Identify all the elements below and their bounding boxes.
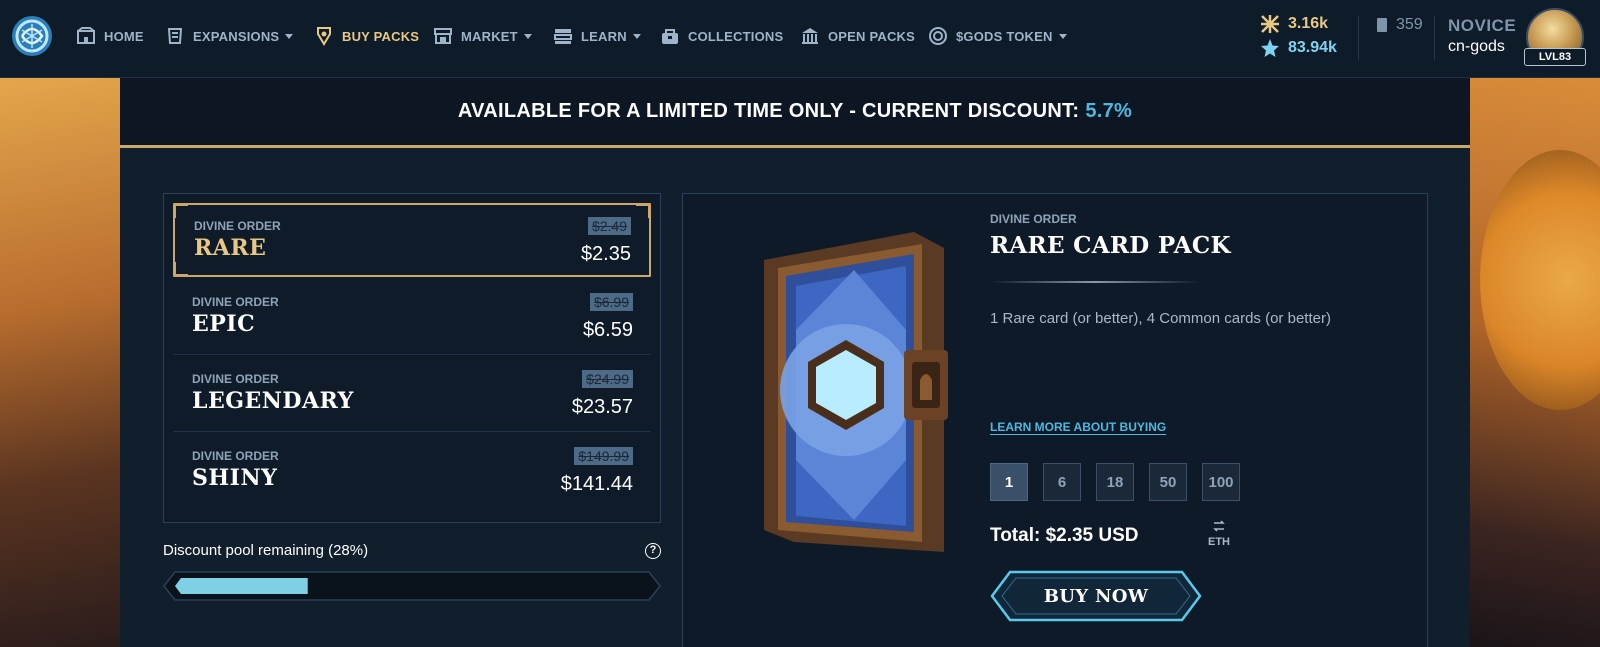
help-icon[interactable]: ?: [645, 543, 661, 559]
collections-icon: [662, 29, 678, 44]
star-value: 83.94k: [1288, 39, 1337, 56]
pack-price: $2.35: [580, 243, 631, 265]
nav-open-packs-label: OPEN PACKS: [828, 28, 915, 44]
nav-market[interactable]: MARKET: [433, 24, 532, 48]
chevron-down-icon: [632, 33, 641, 39]
home-icon: [77, 27, 95, 44]
card-count-value: 359: [1396, 16, 1423, 33]
learn-more-link[interactable]: LEARN MORE ABOUT BUYING: [990, 420, 1166, 434]
market-icon: [434, 28, 452, 44]
nav-home-label: HOME: [104, 28, 144, 44]
currency-toggle[interactable]: ETH: [1204, 519, 1234, 548]
learn-icon: [554, 29, 572, 44]
quantity-option-100[interactable]: 100: [1202, 463, 1240, 501]
discount-pool-bar: [163, 571, 661, 601]
pack-old-price: $2.49: [587, 217, 631, 235]
nav-expansions-label: EXPANSIONS: [193, 28, 280, 44]
pack-option-shiny[interactable]: DIVINE ORDER SHINY $149.99 $141.44: [173, 435, 651, 509]
flux-value: 3.16k: [1288, 15, 1329, 32]
nav-collections[interactable]: COLLECTIONS: [660, 24, 783, 48]
nav-learn[interactable]: LEARN: [553, 24, 641, 48]
star-icon: [1261, 39, 1279, 57]
quantity-option-18[interactable]: 18: [1096, 463, 1134, 501]
pack-price: $6.59: [582, 319, 633, 341]
pack-old-price: $149.99: [574, 447, 633, 465]
pack-option-legendary[interactable]: DIVINE ORDER LEGENDARY $24.99 $23.57: [173, 358, 651, 432]
frame-corner: [174, 204, 188, 218]
discount-pool-label: Discount pool remaining (28%): [163, 542, 369, 559]
flux-icon: [1261, 15, 1279, 33]
nav-learn-label: LEARN: [581, 28, 627, 44]
pack-option-rare[interactable]: DIVINE ORDER RARE $2.49 $2.35: [173, 203, 651, 277]
expansions-icon: [167, 28, 183, 44]
buy-packs-icon: [317, 27, 331, 46]
nav-buy-packs-label: BUY PACKS: [342, 28, 420, 44]
frame-corner: [174, 262, 188, 276]
nav-gods-token[interactable]: $GODS TOKEN: [928, 24, 1067, 48]
card-count: 359: [1376, 16, 1423, 34]
nav-gods-token-label: $GODS TOKEN: [956, 28, 1053, 44]
banner-text: AVAILABLE FOR A LIMITED TIME ONLY - CURR…: [457, 100, 1080, 122]
pack-name: EPIC: [192, 311, 256, 337]
pack-category: DIVINE ORDER: [192, 295, 279, 309]
nav-expansions[interactable]: EXPANSIONS: [165, 24, 294, 48]
chevron-down-icon: [523, 33, 532, 39]
pack-list: DIVINE ORDER RARE $2.49 $2.35 DIVINE ORD…: [163, 193, 661, 523]
open-packs-icon: [802, 28, 818, 44]
discount-pool-fill: [175, 578, 308, 594]
buy-now-label: BUY NOW: [1043, 585, 1149, 607]
nav-open-packs[interactable]: OPEN PACKS: [800, 24, 915, 48]
divider: [1358, 16, 1359, 60]
chevron-down-icon: [1058, 33, 1067, 39]
gods-token-icon: [929, 27, 947, 45]
detail-title: RARE CARD PACK: [990, 232, 1231, 259]
pack-price: $23.57: [571, 396, 633, 418]
level-badge: LVL83: [1524, 48, 1586, 66]
quantity-option-50[interactable]: 50: [1149, 463, 1187, 501]
pack-category: DIVINE ORDER: [192, 372, 279, 386]
pack-category: DIVINE ORDER: [194, 219, 281, 233]
nav-collections-label: COLLECTIONS: [688, 28, 784, 44]
discount-banner: AVAILABLE FOR A LIMITED TIME ONLY - CURR…: [120, 78, 1470, 148]
pack-old-price: $6.99: [589, 293, 633, 311]
nav-buy-packs[interactable]: BUY PACKS: [314, 24, 419, 48]
username[interactable]: cn-gods: [1448, 38, 1505, 56]
nav-market-label: MARKET: [461, 28, 518, 44]
pack-name: RARE: [194, 235, 267, 261]
star-balance: 83.94k: [1260, 38, 1337, 58]
top-nav: HOME EXPANSIONS BUY PACKS MARKET LEARN C…: [0, 0, 1600, 78]
chevron-down-icon: [285, 33, 294, 39]
divider: [1434, 16, 1435, 60]
title-underline: [990, 281, 1200, 283]
flux-balance: 3.16k: [1260, 14, 1328, 34]
user-rank: NOVICE: [1448, 16, 1517, 35]
detail-category: DIVINE ORDER: [990, 212, 1077, 226]
pack-old-price: $24.99: [582, 370, 633, 388]
pack-name: SHINY: [192, 465, 278, 491]
banner-discount: 5.7%: [1085, 100, 1133, 122]
background-art-left: [0, 78, 120, 647]
total-price: Total: $2.35 USD: [990, 525, 1139, 546]
quantity-option-6[interactable]: 6: [1043, 463, 1081, 501]
pack-image: [764, 232, 948, 552]
frame-corner: [636, 204, 650, 218]
buy-now-button[interactable]: BUY NOW: [990, 570, 1202, 622]
currency-label: ETH: [1208, 536, 1230, 548]
pack-name: LEGENDARY: [192, 388, 354, 414]
card-icon: [1377, 18, 1387, 32]
quantity-option-1[interactable]: 1: [990, 463, 1028, 501]
pack-category: DIVINE ORDER: [192, 449, 279, 463]
swap-icon: [1213, 520, 1225, 532]
detail-description: 1 Rare card (or better), 4 Common cards …: [990, 310, 1331, 327]
pack-option-epic[interactable]: DIVINE ORDER EPIC $6.99 $6.59: [173, 281, 651, 355]
gods-logo-icon[interactable]: [10, 14, 54, 58]
nav-home[interactable]: HOME: [76, 24, 144, 48]
pack-price: $141.44: [560, 473, 633, 495]
